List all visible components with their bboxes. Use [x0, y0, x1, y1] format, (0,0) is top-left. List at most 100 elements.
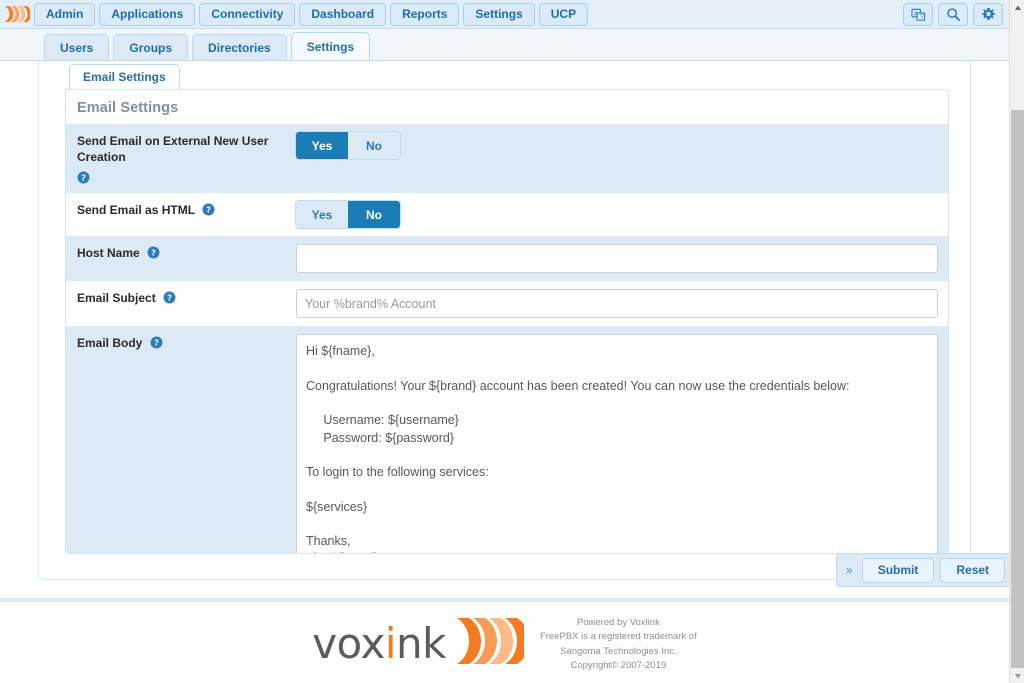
scrollbar-down-arrow[interactable] — [1010, 668, 1024, 683]
wordmark-part-2: nk — [396, 618, 446, 668]
tab-label: Groups — [129, 40, 173, 55]
host-name-input[interactable] — [296, 244, 938, 274]
help-circle-icon[interactable]: ? — [150, 336, 163, 349]
inner-tab-bar: Email Settings — [39, 61, 970, 89]
nav-label: Dashboard — [311, 7, 375, 21]
search-icon — [946, 7, 961, 22]
scrollbar-thumb[interactable] — [1011, 110, 1024, 670]
nav-item-ucp[interactable]: UCP — [538, 2, 589, 26]
voxlink-wordmark: voxink — [312, 622, 446, 665]
tab-directories[interactable]: Directories — [192, 34, 287, 60]
settings-gear-button[interactable] — [973, 3, 1003, 26]
form-row-send-email-external: Send Email on External New User Creation… — [66, 124, 948, 194]
field-label-text: Host Name — [77, 246, 140, 261]
action-bar-collapse-handle[interactable]: » — [843, 563, 856, 577]
toggle-send-email-html: Yes No — [296, 201, 400, 229]
help-circle-icon[interactable]: ? — [202, 203, 215, 216]
content-panel: Email Settings Email Settings Send Email… — [38, 61, 971, 580]
nav-item-admin[interactable]: Admin — [34, 2, 96, 26]
field-label-text: Send Email on External New User Creation — [77, 134, 269, 165]
toggle-send-email-external: Yes No — [296, 132, 400, 159]
help-circle-icon[interactable]: ? — [77, 171, 90, 184]
nav-label: Applications — [111, 7, 184, 21]
reset-button[interactable]: Reset — [940, 557, 1006, 583]
field-control — [296, 326, 948, 553]
svg-text:?: ? — [154, 338, 159, 348]
footer-line-3: Sangoma Technologies Inc. — [560, 645, 677, 657]
tab-label: Users — [60, 40, 94, 55]
nav-label: Admin — [46, 7, 84, 21]
field-control — [296, 236, 948, 281]
footer-copyright: Powered by Voxlink FreePBX is a register… — [540, 614, 697, 673]
svg-text:?: ? — [206, 205, 211, 215]
tab-label: Directories — [208, 40, 271, 55]
footer-divider — [0, 598, 1009, 602]
tab-email-settings[interactable]: Email Settings — [69, 64, 180, 89]
svg-text:?: ? — [167, 293, 172, 303]
voxlink-waves-icon — [2, 3, 32, 25]
scrollbar-up-arrow[interactable] — [1010, 0, 1024, 15]
top-nav-items: Admin Applications Connectivity Dashboar… — [34, 2, 589, 26]
top-nav-right-icons: A 文 — [903, 3, 1003, 26]
email-body-textarea[interactable] — [296, 334, 938, 553]
nav-label: Reports — [402, 7, 448, 21]
translate-icon: A 文 — [910, 7, 926, 22]
footer-line-1: Powered by Voxlink — [576, 617, 660, 628]
help-circle-icon[interactable]: ? — [147, 246, 160, 259]
gear-icon — [981, 7, 996, 22]
submit-button[interactable]: Submit — [861, 557, 935, 583]
footer-line-4: Copyright© 2007-2019 — [570, 659, 667, 671]
svg-text:文: 文 — [918, 13, 924, 21]
nav-item-reports[interactable]: Reports — [390, 2, 460, 26]
field-label-text: Email Body — [77, 336, 143, 351]
field-label-text: Email Subject — [77, 291, 156, 306]
top-navigation-bar: Admin Applications Connectivity Dashboar… — [0, 0, 1009, 29]
tab-label: Settings — [306, 39, 355, 54]
toggle-option-yes[interactable]: Yes — [296, 201, 348, 229]
page-footer: voxink Powered by Voxlink FreePBX is a r… — [0, 604, 1009, 683]
nav-item-applications[interactable]: Applications — [99, 2, 196, 26]
help-circle-icon[interactable]: ? — [163, 291, 176, 304]
tab-groups[interactable]: Groups — [113, 34, 189, 60]
nav-item-dashboard[interactable]: Dashboard — [299, 2, 387, 26]
svg-text:?: ? — [151, 248, 156, 258]
email-settings-panel: Email Settings Send Email on External Ne… — [65, 89, 949, 554]
tab-users[interactable]: Users — [44, 34, 110, 60]
field-label: Email Subject ? — [66, 281, 296, 315]
toggle-option-yes[interactable]: Yes — [296, 132, 348, 159]
toggle-option-no[interactable]: No — [348, 132, 400, 159]
form-row-host-name: Host Name ? — [66, 236, 948, 282]
field-label: Send Email as HTML ? — [66, 193, 296, 227]
form-action-bar: » Submit Reset — [836, 553, 1013, 587]
page-scrollbar[interactable] — [1009, 0, 1024, 683]
nav-item-settings[interactable]: Settings — [463, 2, 535, 26]
page-title: Email Settings — [77, 100, 179, 116]
nav-label: UCP — [550, 7, 577, 21]
translate-button[interactable]: A 文 — [903, 3, 933, 26]
form-row-send-email-html: Send Email as HTML ? Yes No — [66, 193, 948, 237]
nav-label: Connectivity — [211, 7, 284, 21]
field-label: Email Body ? — [66, 326, 296, 360]
svg-text:?: ? — [81, 173, 86, 183]
search-button[interactable] — [938, 3, 968, 26]
field-control — [296, 281, 948, 326]
field-label: Host Name ? — [66, 236, 296, 270]
field-control: Yes No — [296, 193, 948, 236]
tab-settings[interactable]: Settings — [290, 32, 371, 60]
voxlink-waves-icon — [454, 615, 529, 672]
field-control: Yes No — [296, 124, 948, 167]
voxlink-logo: voxink — [312, 615, 529, 672]
inner-tab-label: Email Settings — [83, 70, 166, 84]
field-label-text: Send Email as HTML — [77, 203, 195, 218]
form-row-email-subject: Email Subject ? — [66, 281, 948, 327]
module-tabs: Users Groups Directories Settings — [0, 29, 1009, 61]
nav-item-connectivity[interactable]: Connectivity — [199, 2, 296, 26]
email-subject-input[interactable] — [296, 289, 938, 319]
form-row-email-body: Email Body ? — [66, 326, 948, 553]
toggle-option-no[interactable]: No — [348, 201, 400, 229]
wordmark-dotted-i: i — [384, 618, 397, 668]
page-root: Admin Applications Connectivity Dashboar… — [0, 0, 1024, 683]
wordmark-part-1: vox — [312, 618, 385, 668]
field-label: Send Email on External New User Creation… — [66, 124, 296, 193]
footer-line-2: FreePBX is a registered trademark of — [539, 631, 697, 643]
